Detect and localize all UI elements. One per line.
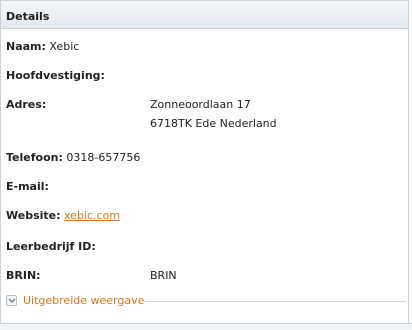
- naam-label: Naam:: [6, 40, 46, 53]
- expand-label[interactable]: Uitgebreide weergave: [23, 295, 144, 307]
- brin-value: BRIN: [150, 269, 177, 282]
- website-link[interactable]: xebic.com: [64, 209, 120, 222]
- website-label: Website:: [6, 209, 61, 222]
- field-naam: Naam: Xebic: [6, 40, 79, 53]
- expand-toggle[interactable]: Uitgebreide weergave: [6, 295, 406, 309]
- bottom-strip: [0, 323, 412, 330]
- leerbedrijf-label: Leerbedrijf ID:: [6, 240, 96, 253]
- chevron-down-icon[interactable]: [6, 295, 17, 306]
- adres-line1: Zonneoordlaan 17: [150, 98, 251, 111]
- field-telefoon: Telefoon: 0318-657756: [6, 151, 140, 164]
- field-brin: BRIN:: [6, 269, 41, 282]
- adres-label: Adres:: [6, 98, 47, 111]
- footer-divider: [144, 301, 406, 302]
- field-website: Website: xebic.com: [6, 209, 120, 222]
- field-leerbedrijf: Leerbedrijf ID:: [6, 240, 96, 253]
- hoofdvestiging-label: Hoofdvestiging:: [6, 69, 105, 82]
- email-label: E-mail:: [6, 180, 49, 193]
- brin-label: BRIN:: [6, 269, 41, 282]
- panel-title: Details: [1, 1, 408, 29]
- naam-value: Xebic: [49, 40, 80, 53]
- field-email: E-mail:: [6, 180, 49, 193]
- telefoon-value: 0318-657756: [66, 151, 141, 164]
- field-adres: Adres:: [6, 98, 46, 111]
- adres-line2: 6718TK Ede Nederland: [150, 117, 277, 130]
- field-hoofdvestiging: Hoofdvestiging:: [6, 69, 105, 82]
- telefoon-label: Telefoon:: [6, 151, 63, 164]
